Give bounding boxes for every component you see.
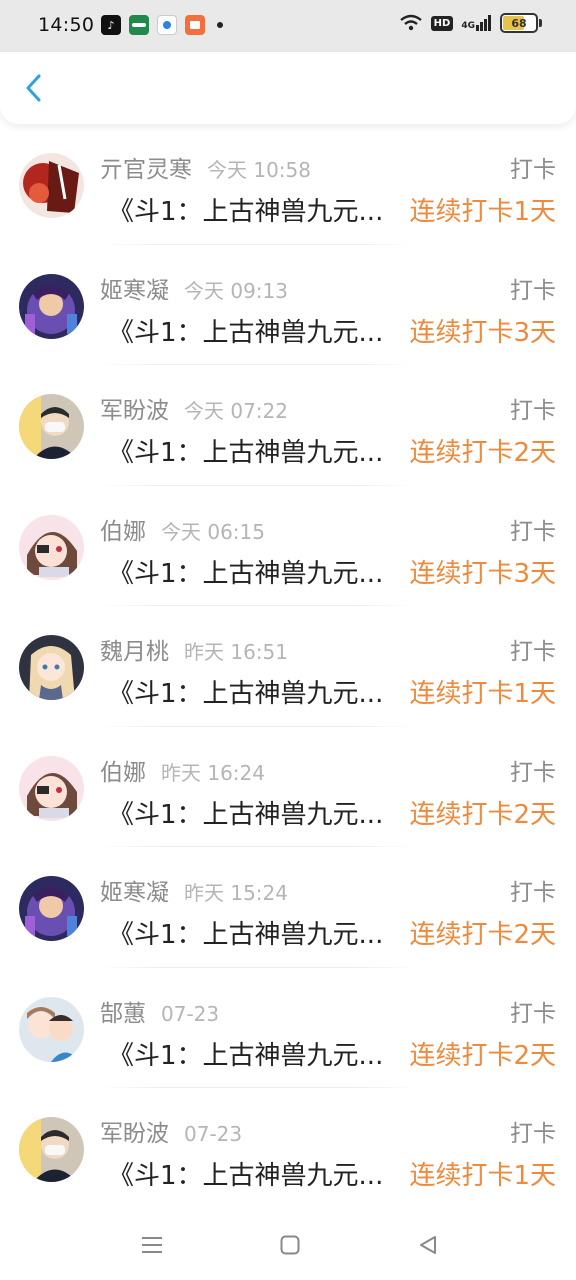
user-name[interactable]: 郜蕙 [100,994,146,1028]
book-title[interactable]: 《斗1：上古神兽九元... [108,914,408,951]
avatar[interactable] [19,514,84,580]
home-button[interactable] [270,1230,310,1260]
list-item[interactable]: 姬寒凝 昨天 15:24 打卡《斗1：上古神兽九元... 连续打卡2天 [0,847,576,968]
status-time: 14:50 [38,14,95,36]
checkin-time: 昨天 15:24 [184,881,288,905]
book-title[interactable]: 《斗1：上古神兽九元... [108,673,408,710]
checkin-time: 今天 09:13 [184,278,288,303]
top-bar [0,52,576,124]
back-button[interactable] [14,68,54,108]
checkin-time: 07-23 [184,1122,243,1146]
user-name[interactable]: 伯娜 [100,512,146,546]
user-meta: 姬寒凝 昨天 15:24 [100,873,288,907]
avatar[interactable] [19,153,84,218]
book-title[interactable]: 《斗1：上古神兽九元... [108,1035,408,1072]
checkin-list: 亓官灵寒 今天 10:58 打卡 《斗1：上古神兽九元... 连续打卡1天 姬寒凝 今天 0… [0,124,576,1209]
network-type: 4G [461,21,475,31]
reader-icon [185,15,205,35]
book-title[interactable]: 《斗1：上古神兽九元... [108,1155,408,1192]
list-item[interactable]: 亓官灵寒 今天 10:58 打卡《斗1：上古神兽九元... 连续打卡1天 [0,124,576,245]
book-title[interactable]: 《斗1：上古神兽九元... [108,191,408,228]
user-meta: 亓官灵寒 今天 10:58 [100,150,311,184]
streak-badge: 连续打卡3天 [409,317,556,348]
user-meta: 郜蕙 07-23 [100,994,219,1028]
user-name[interactable]: 亓官灵寒 [100,150,192,184]
more-notifications-dot [217,22,223,28]
action-label: 打卡 [510,518,556,545]
avatar[interactable] [19,273,84,339]
battery-level: 68 [511,16,527,30]
user-meta: 姬寒凝 今天 09:13 [100,271,288,305]
checkin-time: 07-23 [161,1001,220,1026]
book-title[interactable]: 《斗1：上古神兽九元... [108,432,408,469]
checkin-time: 今天 06:15 [161,519,265,544]
list-item[interactable]: 军盼波 07-23 打卡《斗1：上古神兽九元... 连续打卡1天 [0,1088,576,1209]
checkin-time: 昨天 16:24 [161,760,265,785]
user-meta: 军盼波 今天 07:22 [100,391,288,425]
book-title[interactable]: 《斗1：上古神兽九元... [108,312,408,349]
action-label: 打卡 [510,1000,556,1027]
battery-icon: 68 [500,13,542,33]
avatar[interactable] [19,996,84,1062]
checkin-time: 今天 07:22 [184,399,288,423]
user-name[interactable]: 军盼波 [100,391,169,425]
streak-badge: 连续打卡2天 [409,920,556,950]
status-bar: 14:50 ♪ HD 4G 68 [0,0,576,52]
list-item[interactable]: 伯娜 昨天 16:24 打卡《斗1：上古神兽九元... 连续打卡2天 [0,727,576,847]
streak-badge: 连续打卡1天 [409,1161,556,1191]
wifi-icon [399,14,422,31]
avatar[interactable] [19,755,84,821]
back-triangle-icon [420,1236,436,1254]
list-item[interactable]: 郜蕙 07-23 打卡《斗1：上古神兽九元... 连续打卡2天 [0,968,576,1088]
signal-icon: 4G [461,15,492,31]
menu-button[interactable] [132,1230,172,1260]
wechat-pay-icon [129,15,149,35]
menu-icon [142,1237,162,1253]
back-nav-button[interactable] [408,1230,448,1260]
list-item[interactable]: 姬寒凝 今天 09:13 打卡《斗1：上古神兽九元... 连续打卡3天 [0,245,576,365]
book-title[interactable]: 《斗1：上古神兽九元... [108,553,408,590]
hd-icon: HD [430,15,454,31]
tiktok-icon: ♪ [101,15,121,35]
system-icons: HD 4G 68 [391,13,542,33]
chevron-left-icon [26,74,41,102]
streak-badge: 连续打卡3天 [409,558,556,589]
book-title[interactable]: 《斗1：上古神兽九元... [108,794,408,831]
user-meta: 伯娜 今天 06:15 [100,512,265,546]
system-nav-bar [0,1212,576,1280]
user-name[interactable]: 军盼波 [100,1114,169,1148]
action-label: 打卡 [510,1121,556,1147]
camera-icon [157,15,177,35]
action-label: 打卡 [510,639,556,665]
action-label: 打卡 [510,157,556,183]
avatar[interactable] [19,876,84,941]
list-item[interactable]: 魏月桃 昨天 16:51 打卡《斗1：上古神兽九元... 连续打卡1天 [0,606,576,727]
streak-badge: 连续打卡2天 [409,438,556,468]
user-meta: 魏月桃 昨天 16:51 [100,632,288,666]
user-meta: 军盼波 07-23 [100,1114,242,1148]
streak-badge: 连续打卡2天 [409,799,556,830]
streak-badge: 连续打卡2天 [409,1040,556,1071]
home-square-icon [280,1235,300,1255]
list-item[interactable]: 军盼波 今天 07:22 打卡《斗1：上古神兽九元... 连续打卡2天 [0,365,576,486]
list-item[interactable]: 伯娜 今天 06:15 打卡《斗1：上古神兽九元... 连续打卡3天 [0,486,576,606]
action-label: 打卡 [510,880,556,906]
streak-badge: 连续打卡1天 [409,679,556,709]
user-name[interactable]: 伯娜 [100,753,146,787]
action-label: 打卡 [510,759,556,786]
avatar[interactable] [19,1117,84,1182]
notification-icons: ♪ [101,15,223,35]
user-name[interactable]: 姬寒凝 [100,873,169,907]
user-name[interactable]: 姬寒凝 [100,271,169,305]
streak-badge: 连续打卡1天 [409,197,556,227]
checkin-time: 昨天 16:51 [184,640,288,664]
avatar[interactable] [19,635,84,700]
user-meta: 伯娜 昨天 16:24 [100,753,265,787]
action-label: 打卡 [510,398,556,424]
action-label: 打卡 [510,277,556,304]
user-name[interactable]: 魏月桃 [100,632,169,666]
checkin-time: 今天 10:58 [207,158,311,182]
avatar[interactable] [19,394,84,459]
